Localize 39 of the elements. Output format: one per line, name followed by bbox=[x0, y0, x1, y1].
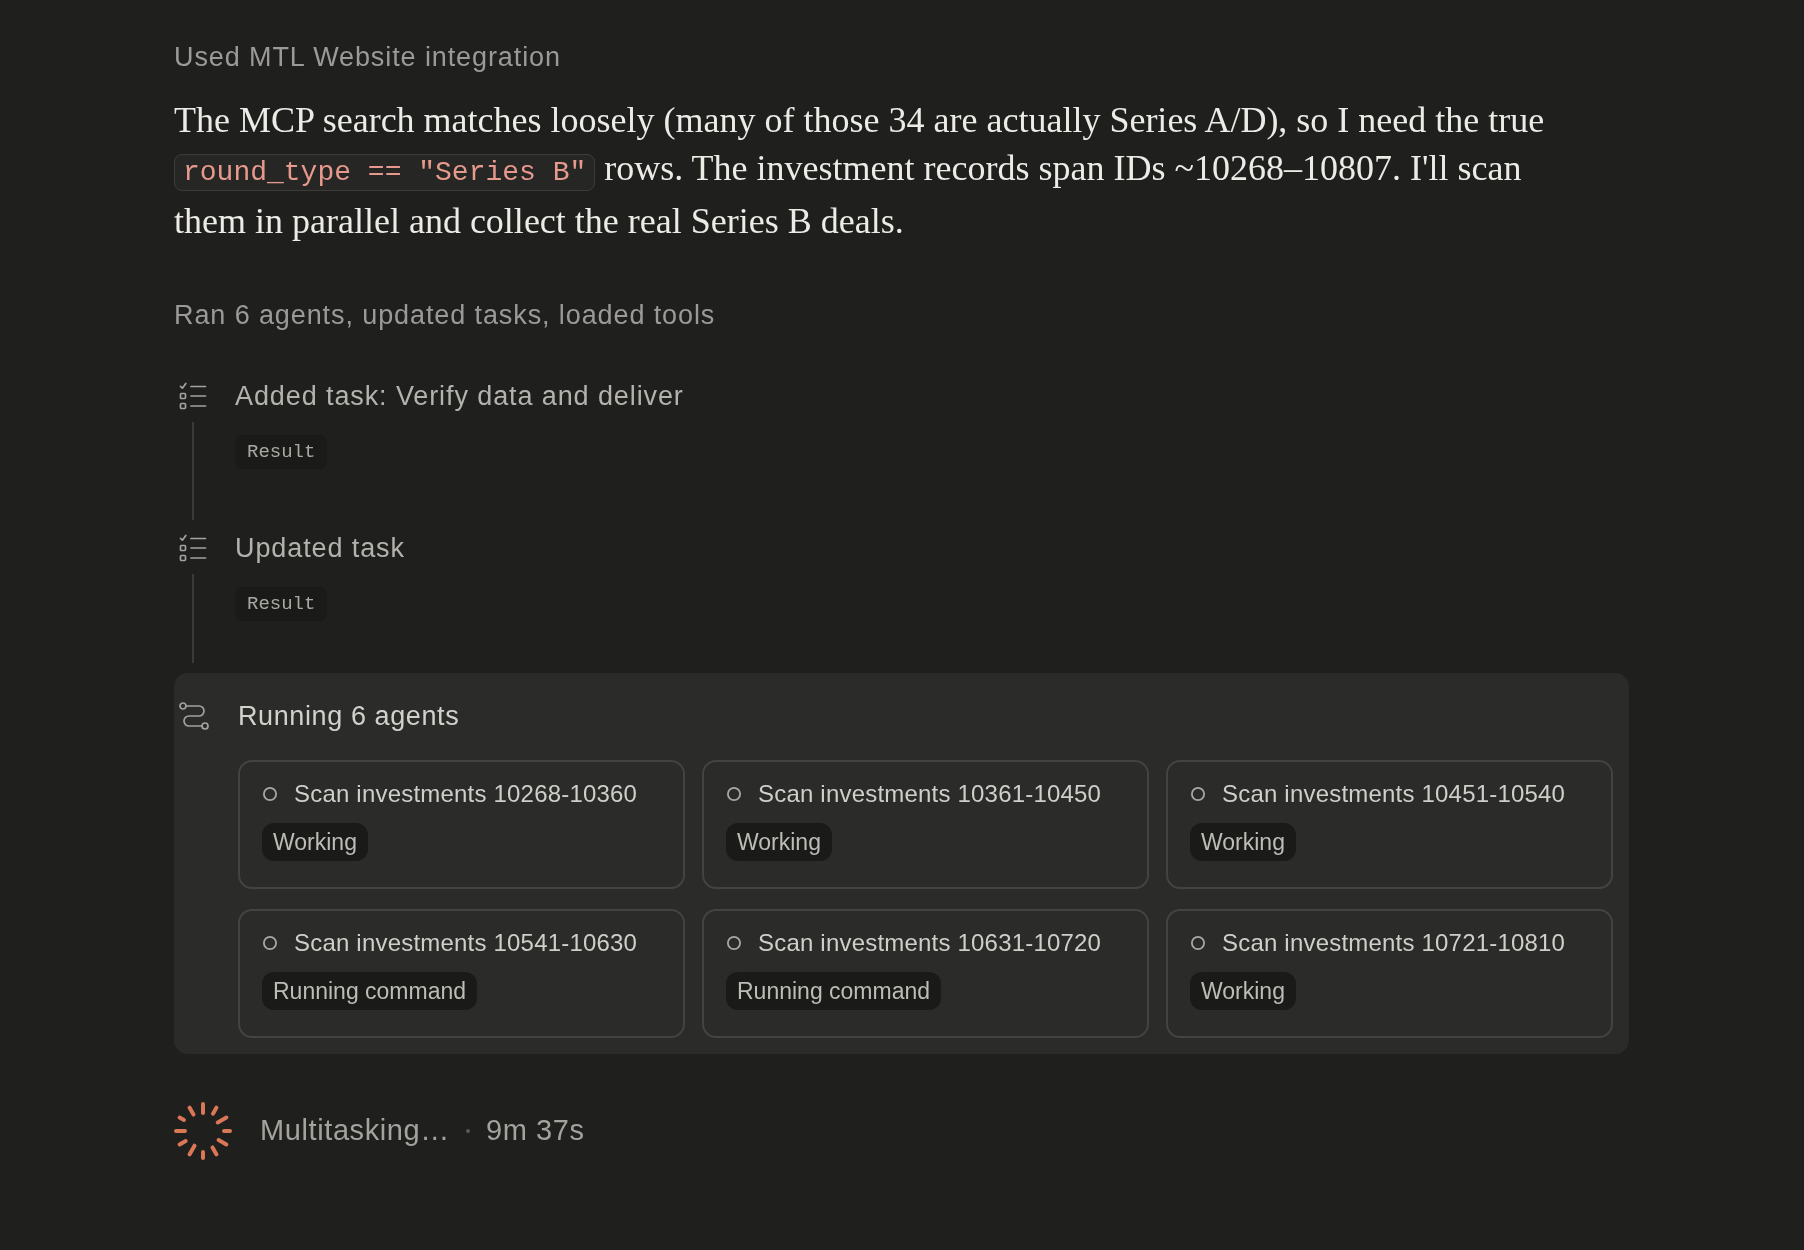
status-badge: Running command bbox=[262, 972, 478, 1010]
agent-title: Scan investments 10361-10450 bbox=[758, 779, 1102, 809]
elapsed-time: 9m 37s bbox=[485, 1113, 585, 1149]
step-title: Updated task bbox=[235, 531, 405, 565]
checklist-icon bbox=[179, 534, 207, 562]
agent-card[interactable]: Scan investments 10451-10540 Working bbox=[1166, 760, 1613, 889]
route-icon bbox=[179, 702, 209, 730]
agent-card[interactable]: Scan investments 10361-10450 Working bbox=[702, 760, 1149, 889]
agent-card[interactable]: Scan investments 10631-10720 Running command bbox=[702, 909, 1149, 1038]
agent-title: Scan investments 10541-10630 bbox=[294, 928, 638, 958]
result-button[interactable]: Result bbox=[235, 435, 328, 469]
integration-note: Used MTL Website integration bbox=[174, 41, 562, 73]
agent-title: Scan investments 10631-10720 bbox=[758, 928, 1102, 958]
circle-icon bbox=[1191, 787, 1205, 801]
agent-title: Scan investments 10721-10810 bbox=[1222, 928, 1566, 958]
status-badge: Working bbox=[726, 823, 832, 861]
circle-icon bbox=[1191, 936, 1205, 950]
status-label: Multitasking… bbox=[260, 1113, 450, 1149]
spinner-icon bbox=[174, 1102, 232, 1160]
panel-title: Running 6 agents bbox=[238, 699, 460, 733]
agent-card[interactable]: Scan investments 10541-10630 Running command bbox=[238, 909, 685, 1038]
status-badge: Running command bbox=[726, 972, 942, 1010]
agent-title: Scan investments 10451-10540 bbox=[1222, 779, 1566, 809]
activity-summary: Ran 6 agents, updated tasks, loaded tools bbox=[174, 299, 717, 331]
result-button[interactable]: Result bbox=[235, 587, 328, 621]
inline-code: round_type == "Series B" bbox=[174, 154, 596, 191]
status-badge: Working bbox=[1190, 972, 1296, 1010]
message-paragraph: The MCP search matches loosely (many of those 34 are actually Series A/D), so I need the true round_type == "Series B" rows. The investment records span IDs ~10268–10807. I'll scan them in parallel and collect the real Series B deals. bbox=[174, 99, 1546, 243]
status-badge: Working bbox=[1190, 823, 1296, 861]
circle-icon bbox=[263, 936, 277, 950]
agent-card[interactable]: Scan investments 10721-10810 Working bbox=[1166, 909, 1613, 1038]
circle-icon bbox=[727, 787, 741, 801]
agent-title: Scan investments 10268-10360 bbox=[294, 779, 638, 809]
circle-icon bbox=[727, 936, 741, 950]
agent-card[interactable]: Scan investments 10268-10360 Working bbox=[238, 760, 685, 889]
circle-icon bbox=[263, 787, 277, 801]
status-badge: Working bbox=[262, 823, 368, 861]
step-title: Added task: Verify data and deliver bbox=[235, 379, 684, 413]
checklist-icon bbox=[179, 382, 207, 410]
